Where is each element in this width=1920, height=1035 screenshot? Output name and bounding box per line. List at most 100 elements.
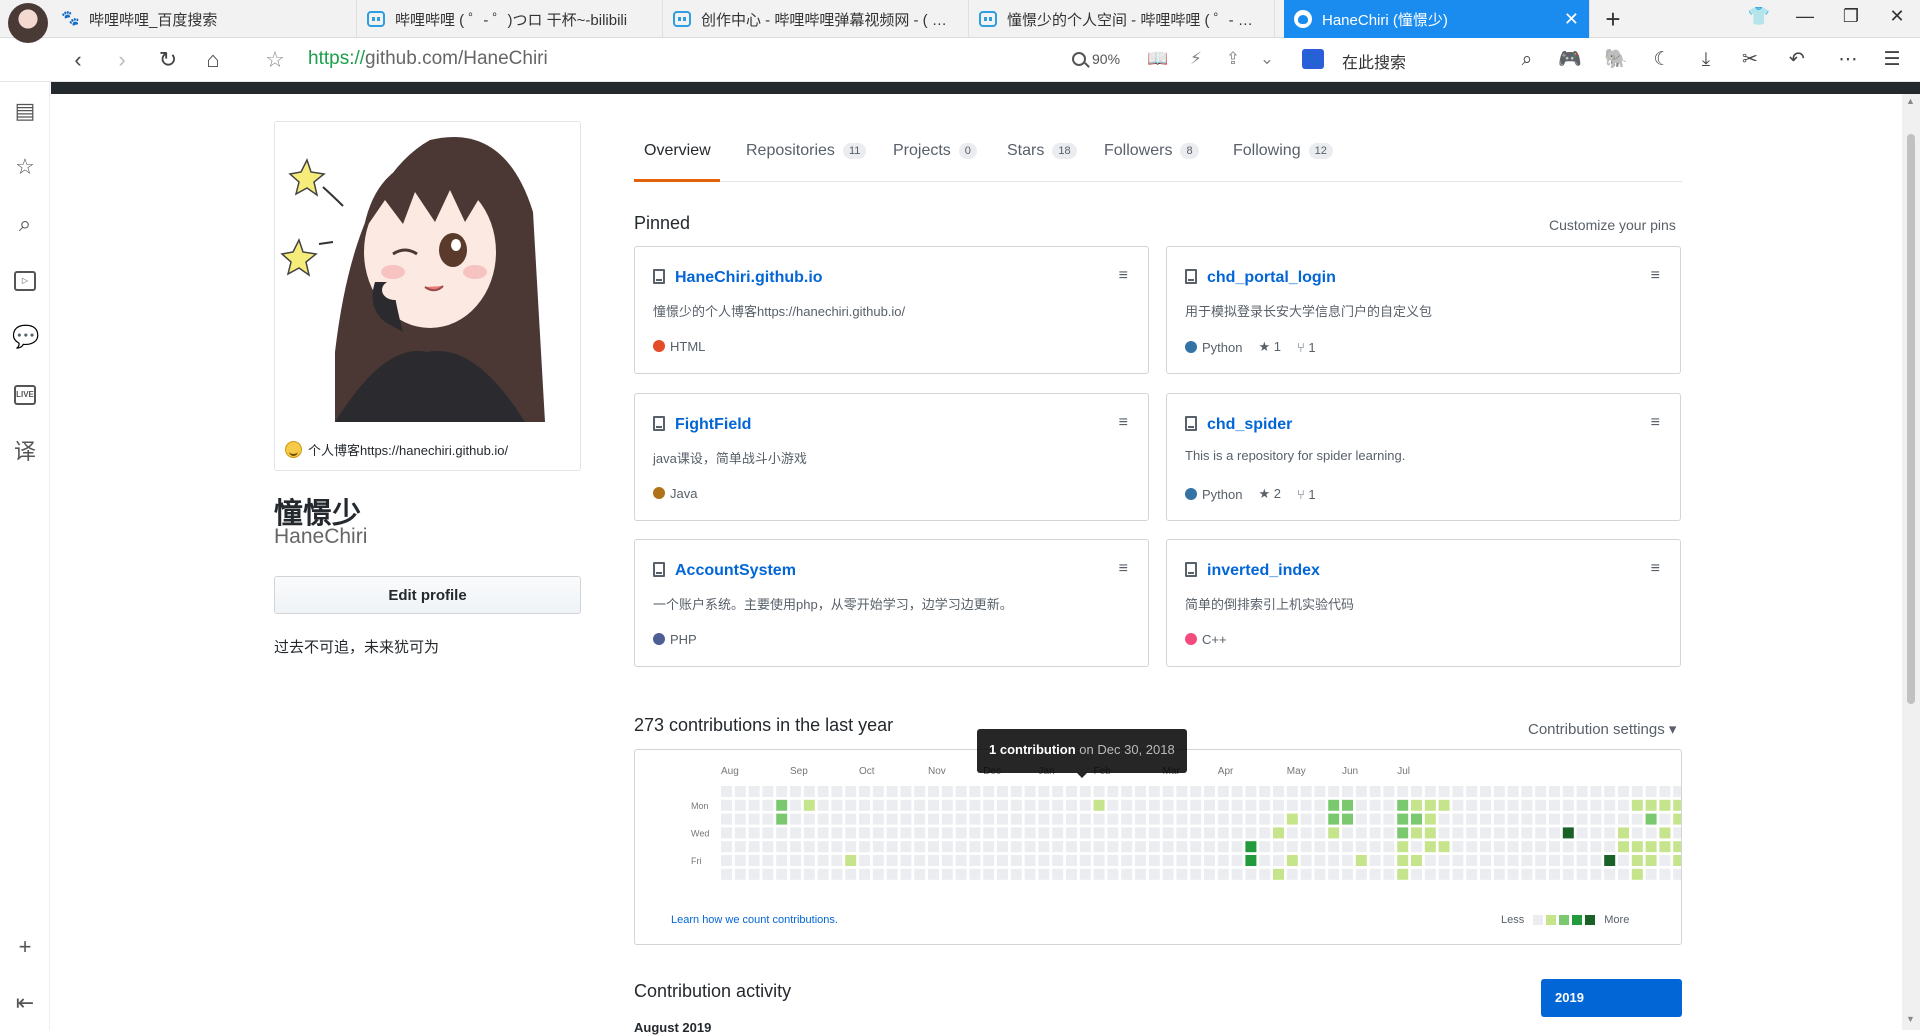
contribution-day[interactable] <box>1383 868 1395 880</box>
contribution-day[interactable] <box>1190 813 1202 825</box>
contribution-day[interactable] <box>1286 855 1298 866</box>
contribution-day[interactable] <box>1314 855 1326 866</box>
contribution-day[interactable] <box>1273 813 1284 825</box>
contribution-day[interactable] <box>1342 841 1353 853</box>
contribution-day[interactable] <box>1052 855 1064 866</box>
contribution-day[interactable] <box>1493 827 1505 839</box>
contribution-day[interactable] <box>1217 855 1229 866</box>
contribution-day[interactable] <box>1231 813 1243 825</box>
contribution-day[interactable] <box>1259 827 1271 839</box>
contribution-day[interactable] <box>1452 841 1464 853</box>
contribution-day[interactable] <box>776 786 788 797</box>
contribution-day[interactable] <box>1121 799 1133 811</box>
contribution-day[interactable] <box>1231 786 1243 797</box>
contribution-day[interactable] <box>1286 827 1298 839</box>
collapse-sidebar-icon[interactable]: ⇤ <box>12 990 38 1016</box>
bookmark-star-icon[interactable]: ☆ <box>261 46 289 74</box>
contribution-day[interactable] <box>1466 786 1478 797</box>
lightning-icon[interactable]: ⚡ <box>1185 49 1207 69</box>
contribution-day[interactable] <box>914 841 926 853</box>
contribution-day[interactable] <box>886 868 898 880</box>
repo-stars[interactable]: ★ 2 <box>1258 486 1281 502</box>
tab-overview[interactable]: Overview <box>644 142 711 160</box>
contribution-day[interactable] <box>1066 827 1077 839</box>
contribution-day[interactable] <box>1535 786 1547 797</box>
contribution-day[interactable] <box>1052 799 1064 811</box>
contribution-day[interactable] <box>1631 799 1643 811</box>
contribution-day[interactable] <box>1231 855 1243 866</box>
contribution-day[interactable] <box>872 799 884 811</box>
scroll-down-icon[interactable]: ▼ <box>1906 1014 1915 1024</box>
drag-grip-icon[interactable]: ≡ <box>1651 267 1660 285</box>
contribution-day[interactable] <box>817 855 829 866</box>
contribution-day[interactable] <box>1659 841 1671 853</box>
contribution-day[interactable] <box>1079 868 1091 880</box>
contribution-day[interactable] <box>969 786 981 797</box>
contribution-day[interactable] <box>1190 799 1202 811</box>
contribution-day[interactable] <box>1438 813 1450 825</box>
contribution-day[interactable] <box>1645 841 1657 853</box>
contribution-day[interactable] <box>1135 855 1146 866</box>
repo-name-link[interactable]: inverted_index <box>1207 562 1320 580</box>
contribution-day[interactable] <box>1328 813 1340 825</box>
contribution-day[interactable] <box>831 799 843 811</box>
contribution-day[interactable] <box>1314 813 1326 825</box>
contribution-day[interactable] <box>1549 799 1560 811</box>
browser-tab-github[interactable]: HaneChiri (憧憬少) ✕ <box>1284 0 1590 38</box>
contribution-day[interactable] <box>817 813 829 825</box>
contribution-day[interactable] <box>1107 868 1119 880</box>
contribution-day[interactable] <box>1328 799 1340 811</box>
contribution-day[interactable] <box>941 813 953 825</box>
chat-bubble-icon[interactable]: 💬 <box>12 324 39 350</box>
contribution-day[interactable] <box>1355 868 1367 880</box>
contribution-day[interactable] <box>1217 786 1229 797</box>
repo-name-link[interactable]: chd_portal_login <box>1207 269 1336 287</box>
contribution-day[interactable] <box>734 841 746 853</box>
contribution-day[interactable] <box>1562 813 1574 825</box>
contribution-day[interactable] <box>1397 813 1409 825</box>
new-tab-button[interactable]: + <box>1598 4 1628 35</box>
chevron-down-icon[interactable]: ⌄ <box>1256 49 1278 69</box>
contribution-day[interactable] <box>1066 841 1077 853</box>
contribution-day[interactable] <box>762 868 774 880</box>
contribution-day[interactable] <box>1259 868 1271 880</box>
contribution-day[interactable] <box>941 827 953 839</box>
contribution-day[interactable] <box>1383 786 1395 797</box>
contribution-day[interactable] <box>886 813 898 825</box>
contribution-day[interactable] <box>1576 841 1588 853</box>
contribution-day[interactable] <box>776 813 788 825</box>
contribution-day[interactable] <box>1466 827 1478 839</box>
contribution-day[interactable] <box>1645 813 1657 825</box>
contribution-day[interactable] <box>1328 868 1340 880</box>
contribution-day[interactable] <box>803 813 815 825</box>
live-icon[interactable]: LIVE <box>14 385 36 405</box>
contribution-day[interactable] <box>1135 841 1146 853</box>
contribution-day[interactable] <box>1273 855 1284 866</box>
contribution-day[interactable] <box>1424 841 1436 853</box>
contribution-day[interactable] <box>1618 855 1629 866</box>
contribution-day[interactable] <box>1590 855 1602 866</box>
contribution-day[interactable] <box>1300 786 1312 797</box>
contribution-day[interactable] <box>1549 786 1560 797</box>
undo-icon[interactable]: ↶ <box>1785 48 1809 72</box>
contribution-day[interactable] <box>845 813 857 825</box>
contribution-day[interactable] <box>1273 868 1284 880</box>
contribution-day[interactable] <box>1162 786 1174 797</box>
contribution-day[interactable] <box>1493 786 1505 797</box>
contribution-day[interactable] <box>1273 841 1284 853</box>
contribution-day[interactable] <box>1673 855 1681 866</box>
contribution-day[interactable] <box>845 786 857 797</box>
repo-forks[interactable]: ⑂ 1 <box>1297 487 1316 502</box>
game-controller-icon[interactable]: 🎮 <box>1558 48 1582 72</box>
contribution-day[interactable] <box>790 855 801 866</box>
contribution-day[interactable] <box>1411 868 1422 880</box>
contribution-day[interactable] <box>955 827 967 839</box>
contribution-day[interactable] <box>1162 813 1174 825</box>
contribution-day[interactable] <box>969 841 981 853</box>
contribution-day[interactable] <box>1342 827 1353 839</box>
reading-list-icon[interactable]: ▤ <box>12 98 38 124</box>
contribution-day[interactable] <box>1521 841 1533 853</box>
contribution-day[interactable] <box>1148 786 1160 797</box>
contribution-day[interactable] <box>734 827 746 839</box>
contribution-day[interactable] <box>831 813 843 825</box>
